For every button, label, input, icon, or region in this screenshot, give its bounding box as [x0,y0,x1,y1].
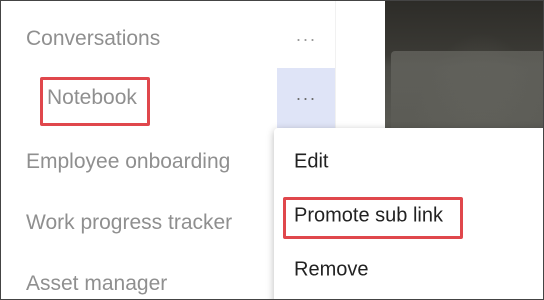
nav-item-label: Conversations [26,27,161,50]
screenshot-frame: Conversations ··· Notebook ··· Employee … [0,0,544,300]
menu-item-label: Remove [294,258,369,281]
more-options-button-active[interactable]: ··· [277,68,335,128]
nav-item-label: Asset manager [26,272,168,295]
menu-item-remove[interactable]: Remove [274,245,543,295]
nav-item-notebook[interactable]: Notebook ··· [1,68,335,128]
menu-item-edit[interactable]: Edit [274,137,543,187]
more-options-button[interactable]: ··· [277,14,335,64]
menu-item-label: Promote sub link [294,204,443,227]
nav-item-label: Notebook [47,86,137,109]
menu-item-label: Edit [294,150,329,173]
nav-item-conversations[interactable]: Conversations ··· [1,14,335,64]
nav-item-label: Employee onboarding [26,150,231,173]
more-icon: ··· [295,87,317,108]
nav-item-label: Work progress tracker [26,211,233,234]
context-menu: Edit Promote sub link Remove [274,128,543,299]
more-icon: ··· [295,28,317,49]
menu-item-promote-sub-link[interactable]: Promote sub link [274,191,543,241]
